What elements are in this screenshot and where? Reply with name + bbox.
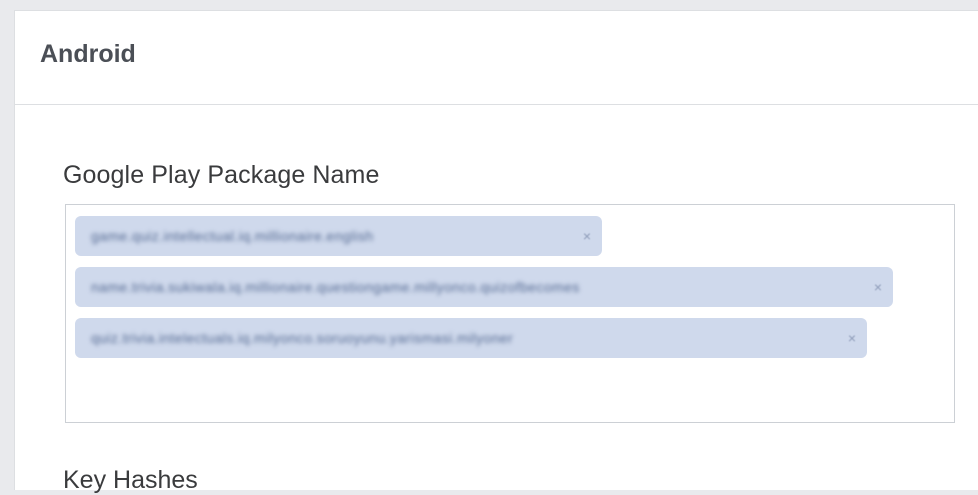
key-hashes-label: Key Hashes	[63, 466, 198, 494]
package-token[interactable]: game.quiz.intellectual.iq.millionaire.en…	[75, 216, 602, 256]
section-title: Android	[40, 40, 136, 68]
card-header: Android	[15, 11, 978, 105]
package-name-label: Google Play Package Name	[63, 161, 380, 189]
package-token[interactable]: quiz.trivia.intelectuals.iq.milyonco.sor…	[75, 318, 867, 358]
remove-token-icon[interactable]: ×	[843, 330, 861, 346]
package-name-token-input[interactable]: game.quiz.intellectual.iq.millionaire.en…	[65, 204, 955, 423]
android-settings-card: Android Google Play Package Name game.qu…	[14, 10, 978, 494]
package-token-text: name.trivia.sukiwala.iq.millionaire.ques…	[91, 279, 580, 295]
remove-token-icon[interactable]: ×	[578, 228, 596, 244]
package-token-text: game.quiz.intellectual.iq.millionaire.en…	[91, 228, 374, 244]
package-token-text: quiz.trivia.intelectuals.iq.milyonco.sor…	[91, 330, 514, 346]
package-token[interactable]: name.trivia.sukiwala.iq.millionaire.ques…	[75, 267, 893, 307]
remove-token-icon[interactable]: ×	[869, 279, 887, 295]
